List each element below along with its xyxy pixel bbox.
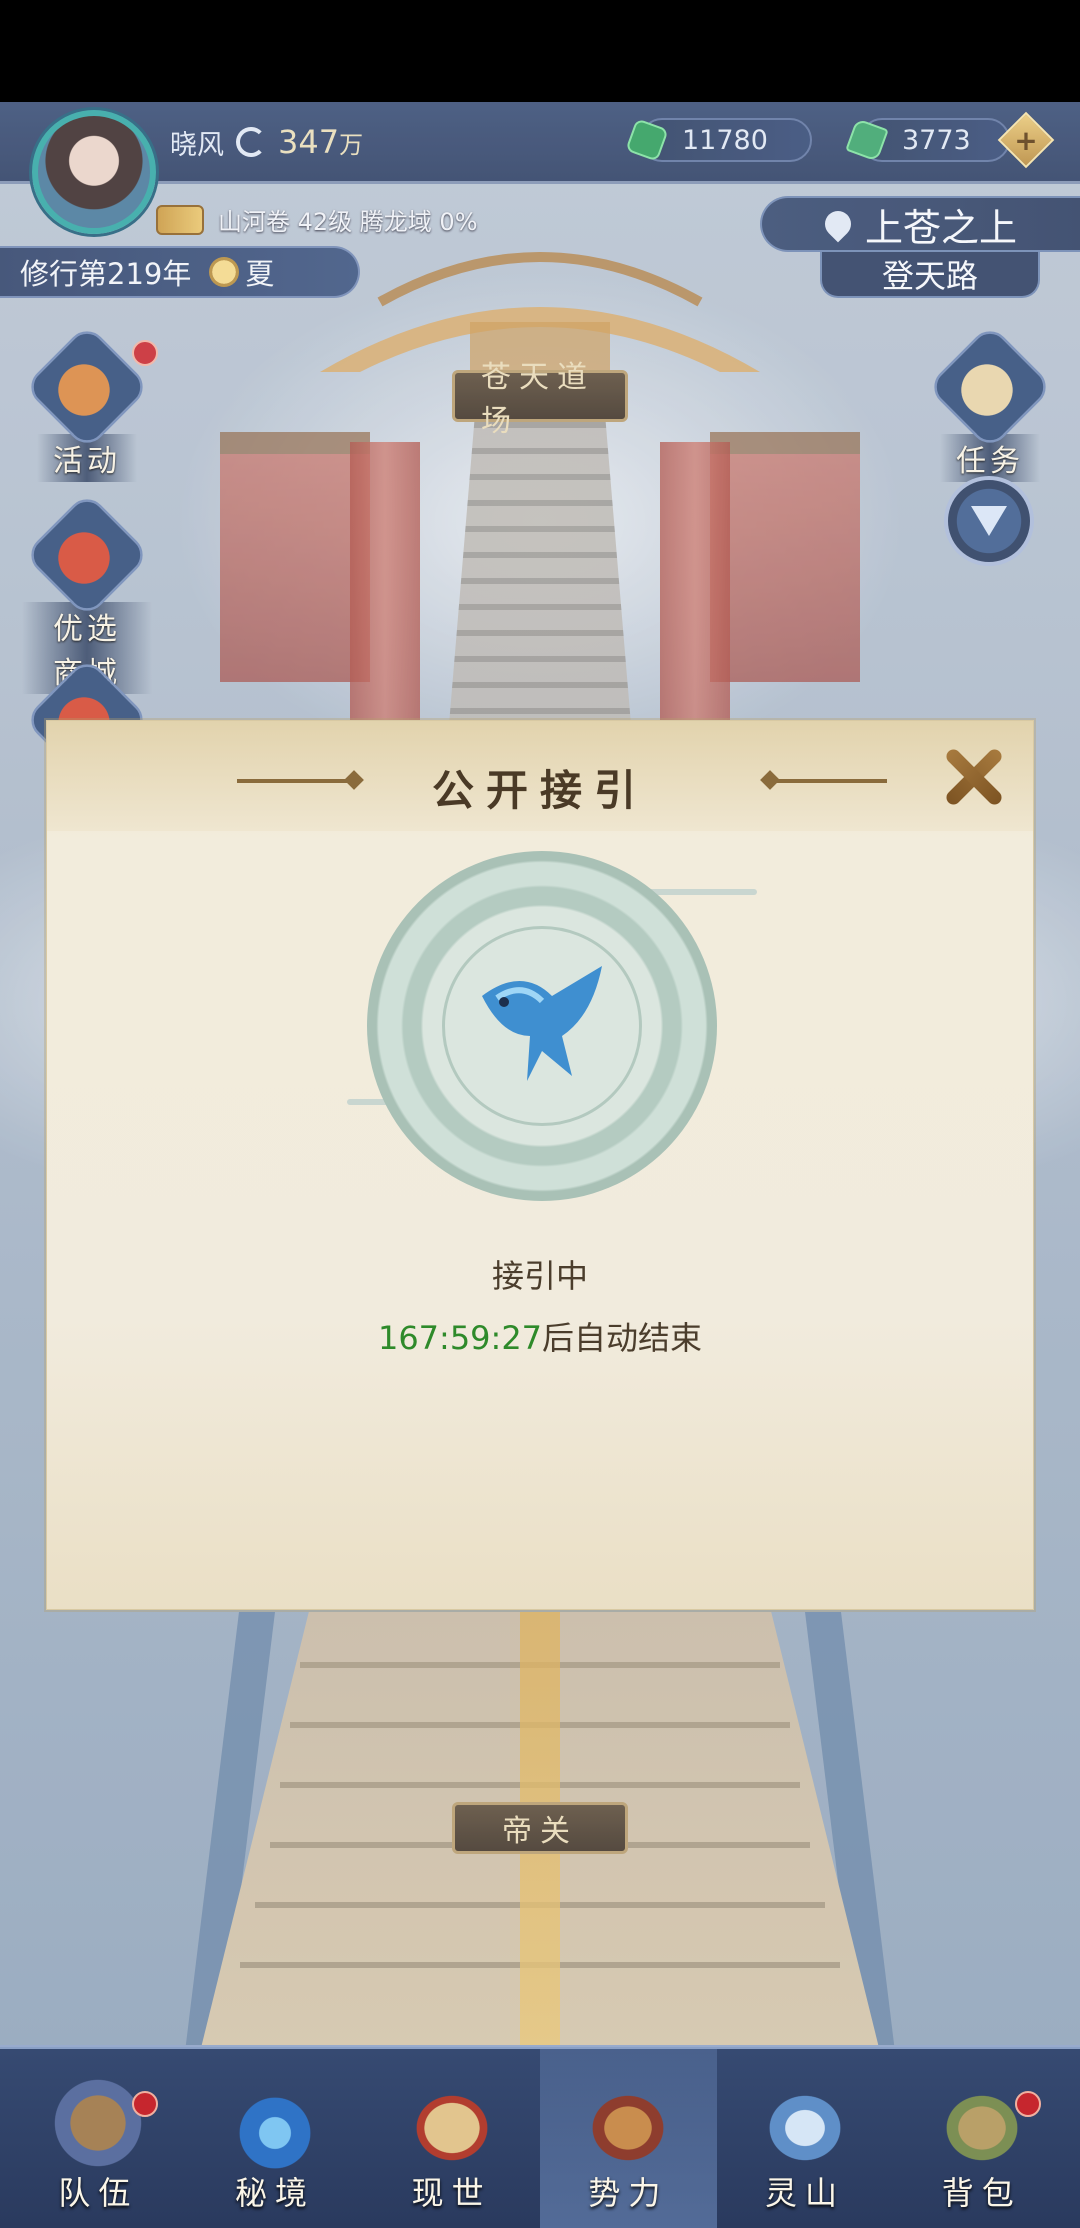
public-guidance-dialog: 公开接引 接引中 167:59:27后自动结束 — [46, 720, 1034, 1610]
nav-team[interactable]: 队伍 — [10, 2049, 187, 2228]
bottom-nav: 队伍 秘境 现世 势力 灵山 背包 — [0, 2045, 1080, 2228]
nav-team-label: 队伍 — [58, 2174, 139, 2212]
notification-dot — [132, 2091, 158, 2117]
nav-faction[interactable]: 势力 — [540, 2049, 717, 2228]
notification-dot — [1015, 2091, 1042, 2117]
title-ornament-right — [767, 779, 887, 783]
nav-world-label: 现世 — [411, 2174, 492, 2212]
palace-icon — [573, 2078, 684, 2178]
world-scroll-icon — [396, 2078, 507, 2178]
nav-backpack-label: 背包 — [941, 2174, 1022, 2212]
nav-backpack[interactable]: 背包 — [893, 2049, 1070, 2228]
blue-eagle-icon — [482, 966, 602, 1081]
nav-secret-realm-label: 秘境 — [235, 2174, 316, 2212]
auto-end-countdown: 167:59:27后自动结束 — [47, 1313, 1033, 1359]
mountain-icon — [750, 2078, 861, 2178]
vortex-icon — [220, 2078, 330, 2178]
nav-spirit-mountain[interactable]: 灵山 — [717, 2049, 894, 2228]
countdown-suffix: 后自动结束 — [542, 1319, 703, 1357]
nav-faction-label: 势力 — [588, 2174, 669, 2212]
close-button[interactable] — [939, 741, 1009, 811]
dialog-title: 公开接引 — [431, 766, 648, 815]
nav-world[interactable]: 现世 — [363, 2049, 540, 2228]
nav-spirit-mountain-label: 灵山 — [765, 2174, 846, 2212]
guidance-status: 接引中 — [491, 1257, 588, 1295]
nav-secret-realm[interactable]: 秘境 — [187, 2049, 364, 2228]
guidance-emblem — [367, 851, 717, 1201]
status-bar — [0, 0, 1080, 102]
countdown-timer: 167:59:27 — [377, 1319, 543, 1357]
